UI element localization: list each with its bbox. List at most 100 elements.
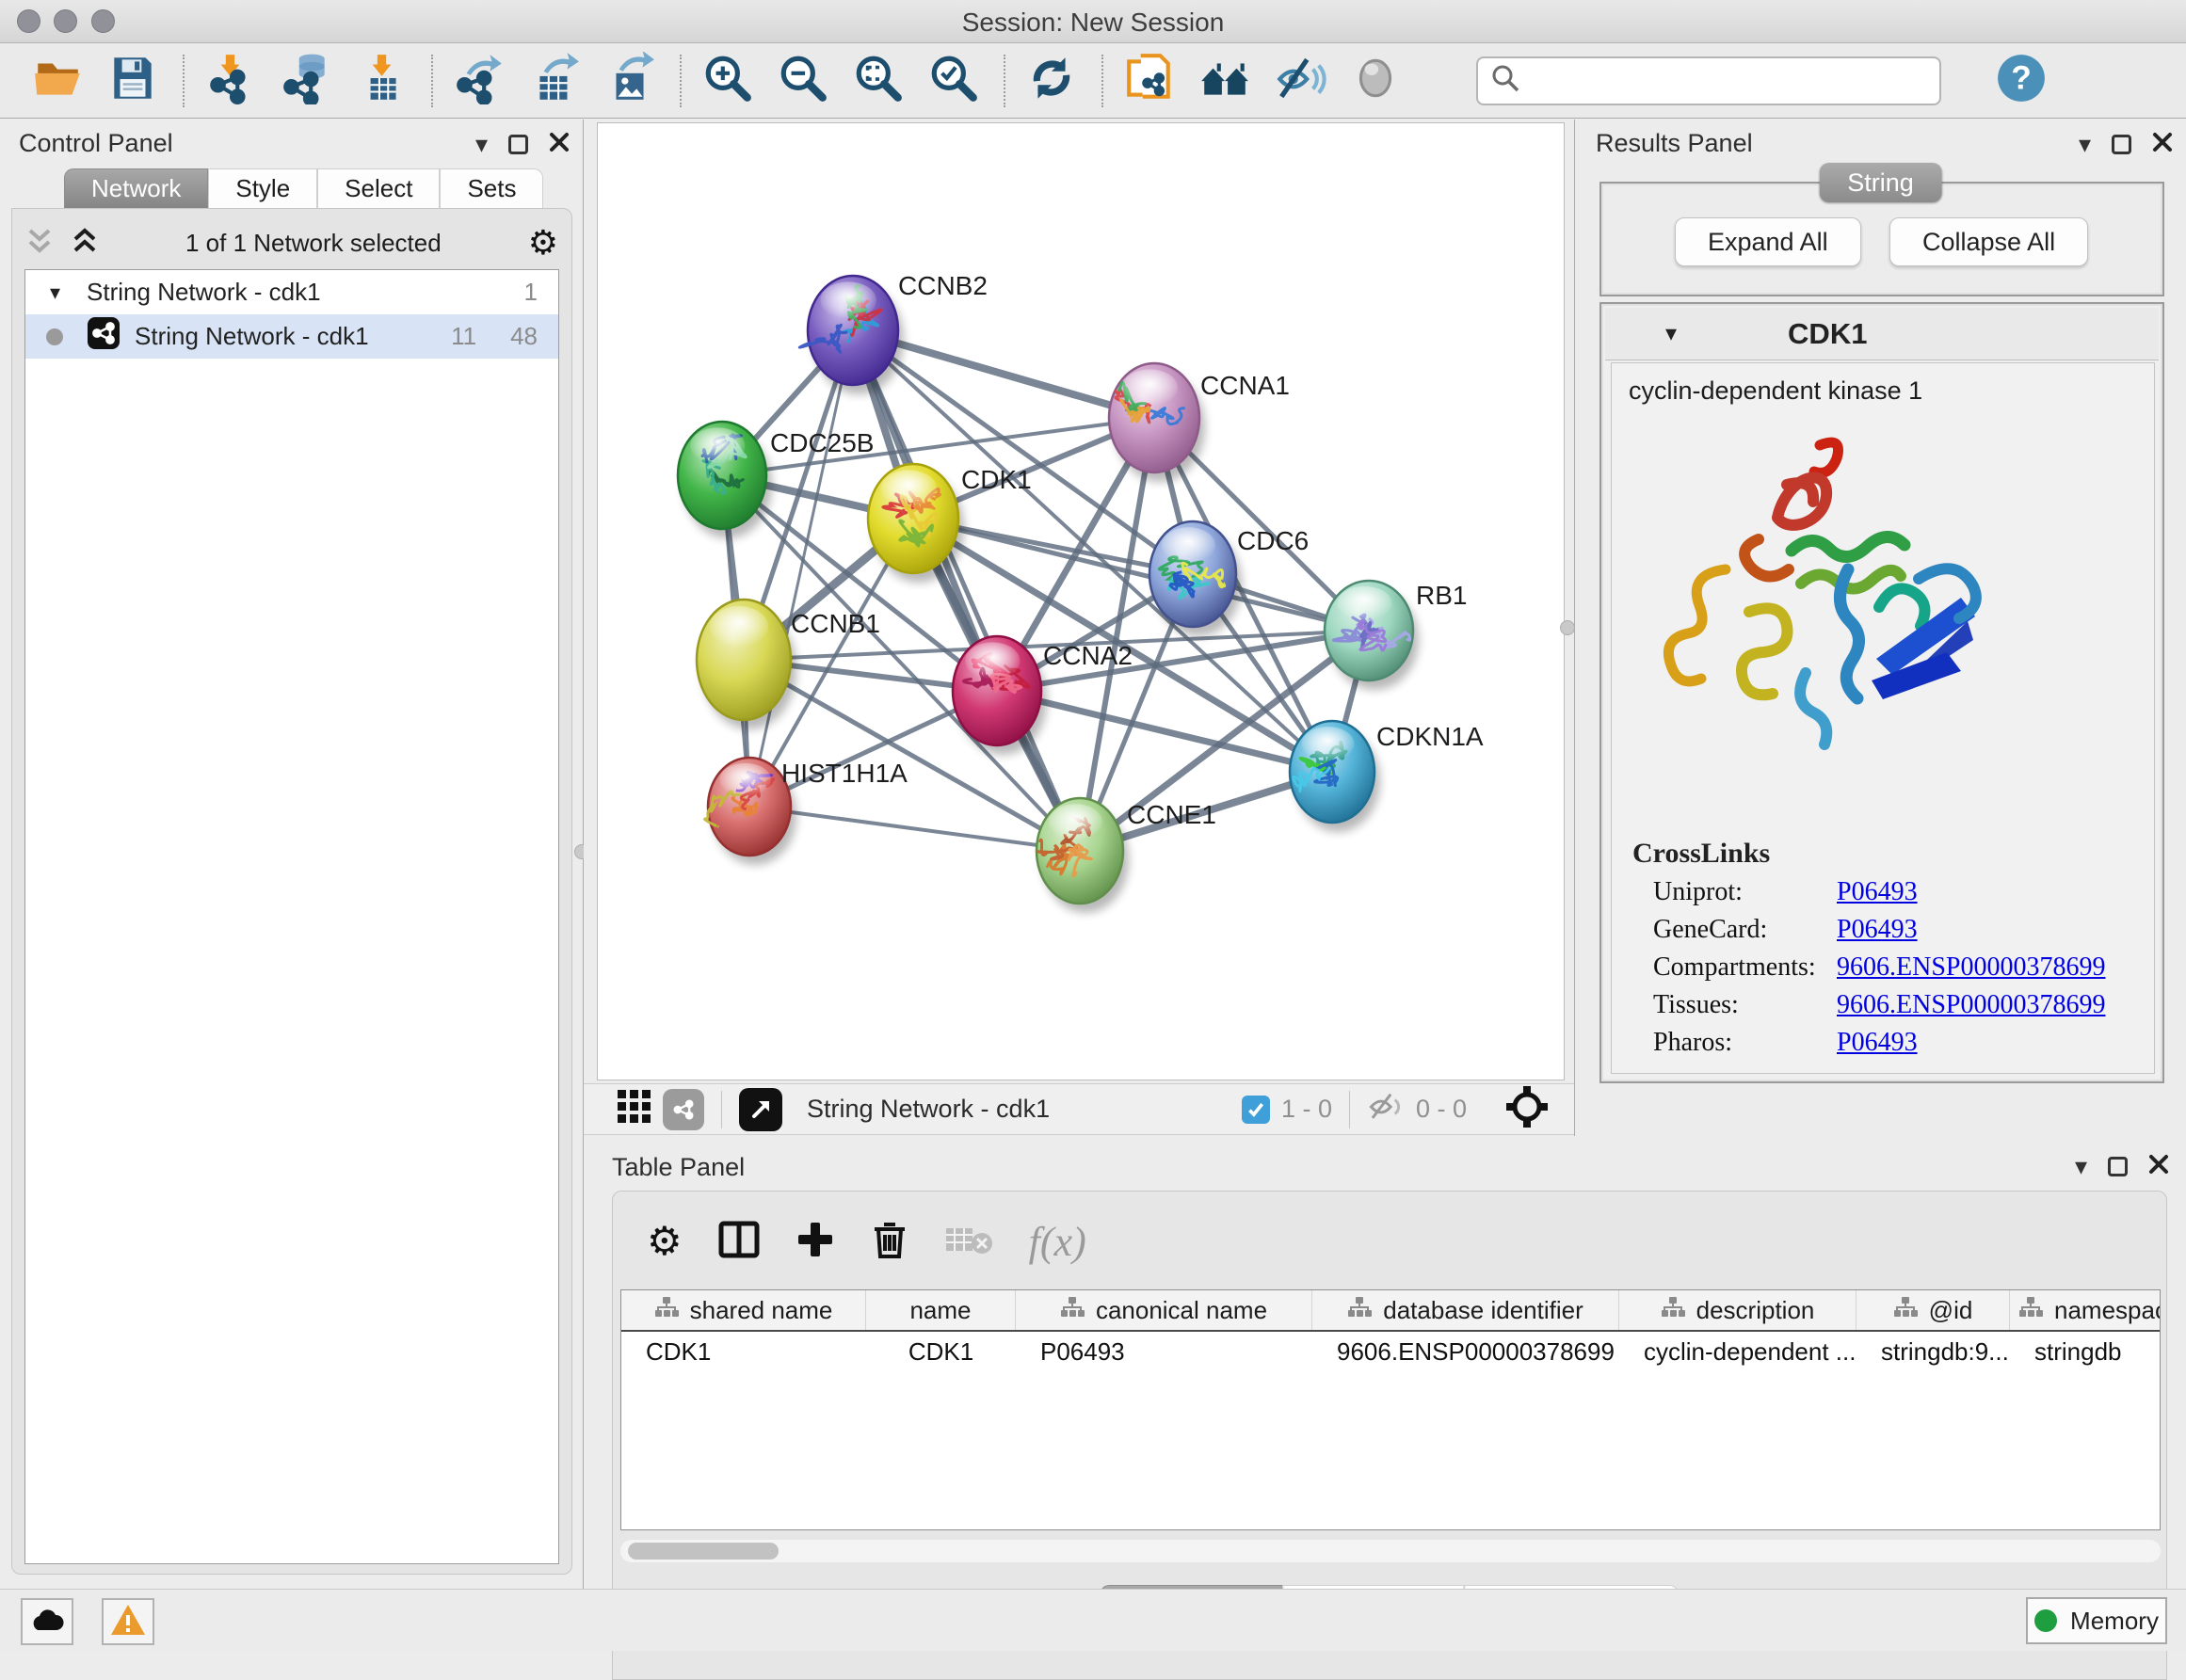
float-panel-icon[interactable] [2112, 135, 2131, 154]
gene-header-row[interactable]: ▾ CDK1 [1605, 308, 2159, 360]
zoom-selected-button[interactable] [923, 51, 985, 111]
crosslink-label: Pharos: [1653, 1028, 1837, 1058]
collapse-all-button[interactable]: Collapse All [1889, 217, 2088, 266]
show-hide-button[interactable] [1269, 51, 1331, 111]
collapse-triangle-icon[interactable]: ▾ [1665, 320, 1677, 347]
collapse-all-icon[interactable] [25, 225, 54, 262]
svg-text:?: ? [2011, 59, 2032, 96]
node-CDKN1A[interactable]: CDKN1A [1290, 721, 1484, 832]
add-column-icon[interactable] [796, 1220, 835, 1264]
expand-all-button[interactable]: Expand All [1675, 217, 1861, 266]
node-CDK1[interactable]: CDK1 [868, 464, 1032, 583]
crosslink-link[interactable]: P06493 [1837, 915, 1918, 945]
export-table-button[interactable] [523, 51, 586, 111]
table-cell[interactable]: CDK1 [621, 1332, 866, 1373]
zoom-in-button[interactable] [697, 51, 759, 111]
table-hscrollbar[interactable] [620, 1540, 2161, 1562]
network-options-gear-icon[interactable]: ⚙ [528, 226, 558, 260]
node-CDC6[interactable]: CDC6 [1149, 521, 1309, 636]
table-cell[interactable]: stringdb:9... [1856, 1332, 2010, 1373]
zoom-out-button[interactable] [772, 51, 834, 111]
network-collection-row[interactable]: ▾ String Network - cdk1 1 [25, 270, 558, 314]
tab-sets[interactable]: Sets [440, 168, 543, 208]
column-header-description[interactable]: description [1619, 1290, 1856, 1330]
close-panel-icon[interactable] [2152, 132, 2173, 157]
column-header-namespac[interactable]: namespac [2010, 1290, 2161, 1330]
table-cell[interactable]: P06493 [1016, 1332, 1312, 1373]
network-canvas[interactable]: CCNB2CCNA1CDC25BCDK1CDC6RB1CCNB1CCNA2CDK… [597, 122, 1565, 1080]
column-header-shared-name[interactable]: shared name [621, 1290, 866, 1330]
tab-string[interactable]: String [1819, 163, 1942, 202]
memory-button[interactable]: Memory [2026, 1597, 2167, 1644]
node-HIST1H1A[interactable]: HIST1H1A [704, 758, 908, 865]
toolbar-separator [1349, 1091, 1350, 1128]
toolbar-separator [680, 55, 682, 107]
node-CDC25B[interactable]: CDC25B [678, 422, 874, 538]
right-splitter-handle[interactable] [1560, 620, 1575, 635]
highlight-button[interactable] [1344, 51, 1406, 111]
close-panel-icon[interactable] [2148, 1154, 2169, 1179]
hidden-eye-icon[interactable] [1367, 1091, 1405, 1128]
help-button[interactable]: ? [1990, 51, 2052, 111]
tree-column-icon [1661, 1296, 1685, 1325]
node-RB1[interactable]: RB1 [1325, 581, 1467, 690]
panel-menu-icon[interactable]: ▾ [475, 132, 488, 156]
search-input[interactable] [1521, 66, 1917, 95]
selected-checkbox-icon[interactable] [1242, 1096, 1270, 1124]
crosslink-link[interactable]: P06493 [1837, 1028, 1918, 1058]
collapse-triangle-icon[interactable]: ▾ [50, 280, 60, 305]
refresh-button[interactable] [1021, 51, 1083, 111]
cloud-button[interactable] [21, 1598, 73, 1645]
export-image-button[interactable] [599, 51, 661, 111]
import-network-button[interactable] [200, 51, 262, 111]
refresh-icon [1025, 52, 1078, 109]
float-panel-icon[interactable] [2108, 1157, 2128, 1176]
tab-select[interactable]: Select [317, 168, 440, 208]
hidden-counts: 0 - 0 [1416, 1095, 1467, 1124]
grid-view-icon[interactable] [616, 1088, 653, 1130]
column-header-name[interactable]: name [866, 1290, 1016, 1330]
panel-menu-icon[interactable]: ▾ [2075, 1154, 2087, 1178]
crosslink-link[interactable]: 9606.ENSP00000378699 [1837, 952, 2105, 983]
show-columns-icon[interactable] [718, 1221, 760, 1263]
toolbar-separator [183, 55, 185, 107]
float-panel-icon[interactable] [508, 135, 528, 154]
column-header-database-identifier[interactable]: database identifier [1312, 1290, 1619, 1330]
table-cell[interactable]: stringdb [2010, 1332, 2161, 1373]
table-cell[interactable]: cyclin-dependent ... [1619, 1332, 1856, 1373]
network-share-icon[interactable] [663, 1089, 704, 1130]
table-row[interactable]: CDK1CDK1P064939606.ENSP00000378699cyclin… [621, 1332, 2160, 1373]
tab-style[interactable]: Style [208, 168, 317, 208]
table-cell[interactable]: CDK1 [866, 1332, 1016, 1373]
node-CCNB2[interactable]: CCNB2 [799, 271, 988, 394]
node-CCNE1[interactable]: CCNE1 [1037, 798, 1216, 913]
crosslink-link[interactable]: P06493 [1837, 877, 1918, 907]
expand-all-icon[interactable] [71, 225, 99, 262]
export-network-button[interactable] [448, 51, 510, 111]
tab-network[interactable]: Network [64, 168, 208, 208]
first-neighbors-button[interactable] [1194, 51, 1256, 111]
panel-menu-icon[interactable]: ▾ [2079, 132, 2091, 156]
table-hscroll-thumb[interactable] [628, 1543, 779, 1560]
table-panel-title: Table Panel [612, 1153, 745, 1182]
search-box[interactable] [1476, 56, 1941, 105]
network-row[interactable]: String Network - cdk1 11 48 [25, 314, 558, 359]
warnings-button[interactable] [102, 1598, 154, 1645]
import-table-button[interactable] [350, 51, 412, 111]
save-session-icon [106, 52, 159, 109]
table-options-gear-icon[interactable]: ⚙ [647, 1222, 683, 1261]
fit-crosshair-icon[interactable] [1504, 1084, 1550, 1134]
close-panel-icon[interactable] [549, 132, 570, 157]
column-header-@id[interactable]: @id [1856, 1290, 2010, 1330]
birdseye-toggle-icon[interactable] [739, 1088, 782, 1131]
crosslink-link[interactable]: 9606.ENSP00000378699 [1837, 990, 2105, 1020]
delete-column-icon[interactable] [871, 1219, 908, 1265]
edge-CCNE1-HIST1H1A[interactable] [749, 807, 1080, 851]
import-database-button[interactable] [275, 51, 337, 111]
column-header-canonical-name[interactable]: canonical name [1016, 1290, 1312, 1330]
clone-network-button[interactable] [1118, 51, 1181, 111]
zoom-fit-button[interactable] [847, 51, 909, 111]
table-cell[interactable]: 9606.ENSP00000378699 [1312, 1332, 1619, 1373]
save-session-button[interactable] [102, 51, 164, 111]
open-session-button[interactable] [26, 51, 88, 111]
